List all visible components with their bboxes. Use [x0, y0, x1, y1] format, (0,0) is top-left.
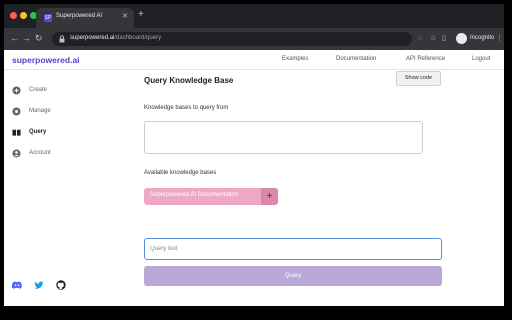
book-icon: [12, 129, 21, 136]
user-icon: [12, 149, 21, 158]
kb-chip[interactable]: Superpowered AI Documentation +: [144, 188, 278, 205]
selected-kb-dropzone[interactable]: [144, 121, 423, 154]
close-tab-icon[interactable]: ✕: [122, 12, 128, 20]
minimize-window-button[interactable]: [20, 12, 27, 19]
sidepanel-icon[interactable]: ▯: [442, 34, 446, 43]
browser-tab[interactable]: SP Superpowered AI ✕: [36, 8, 134, 28]
back-icon[interactable]: ←: [10, 33, 19, 43]
profile-label: Incognito: [470, 35, 495, 41]
nav-link-examples[interactable]: Examples: [282, 56, 308, 62]
incognito-icon[interactable]: [456, 33, 467, 44]
lock-icon: [59, 35, 65, 43]
address-bar[interactable]: superpowered.ai/dashboard/query: [52, 32, 412, 46]
sidebar-item-label: Manage: [29, 108, 51, 114]
plus-circle-icon: [12, 86, 21, 95]
gear-icon: [12, 107, 21, 116]
nav-link-logout[interactable]: Logout: [472, 56, 490, 62]
kb-chip-label: Superpowered AI Documentation: [150, 192, 239, 198]
url-path: /dashboard/query: [114, 35, 162, 41]
nav-link-documentation[interactable]: Documentation: [336, 56, 376, 62]
top-nav: superpowered.ai Examples Documentation A…: [4, 50, 504, 70]
query-input-wrapper: [144, 238, 442, 260]
eye-off-icon[interactable]: ◌: [418, 34, 422, 43]
tab-title: Superpowered AI: [56, 13, 103, 19]
twitter-icon[interactable]: [34, 280, 44, 290]
more-menu-icon[interactable]: ⋮: [496, 34, 503, 43]
sidebar: Create Manage Query Account: [4, 70, 116, 306]
page-title: Query Knowledge Base: [144, 76, 234, 85]
bookmark-star-icon[interactable]: ☆: [430, 34, 436, 43]
favicon: SP: [44, 14, 52, 22]
query-button[interactable]: Query: [144, 266, 442, 286]
close-window-button[interactable]: [10, 12, 17, 19]
add-kb-icon[interactable]: +: [261, 188, 278, 205]
sidebar-item-query[interactable]: Query: [12, 127, 92, 139]
github-icon[interactable]: [56, 280, 66, 290]
browser-window: SP Superpowered AI ✕ + ← → ↻ superpowere…: [4, 4, 504, 306]
site-logo[interactable]: superpowered.ai: [12, 55, 80, 65]
web-page: superpowered.ai Examples Documentation A…: [4, 50, 504, 306]
browser-toolbar: ← → ↻ superpowered.ai/dashboard/query ◌ …: [4, 28, 504, 50]
available-kb-label: Available knowledge bases: [144, 170, 217, 176]
sidebar-item-label: Query: [29, 129, 47, 135]
sidebar-item-manage[interactable]: Manage: [12, 106, 92, 118]
nav-link-api-reference[interactable]: API Reference: [406, 56, 445, 62]
query-input[interactable]: [150, 243, 430, 255]
url-host: superpowered.ai: [70, 35, 115, 41]
kb-query-label: Knowledge bases to query from: [144, 105, 229, 111]
sidebar-item-label: Create: [29, 87, 48, 93]
sidebar-item-label: Account: [29, 150, 51, 156]
sidebar-item-create[interactable]: Create: [12, 85, 92, 97]
discord-icon[interactable]: [12, 280, 22, 290]
reload-icon[interactable]: ↻: [35, 33, 43, 43]
forward-icon[interactable]: →: [22, 33, 31, 43]
tab-bar: SP Superpowered AI ✕ +: [4, 4, 504, 28]
new-tab-button[interactable]: +: [138, 9, 144, 21]
sidebar-item-account[interactable]: Account: [12, 148, 92, 160]
show-code-button[interactable]: Show code: [396, 71, 441, 86]
